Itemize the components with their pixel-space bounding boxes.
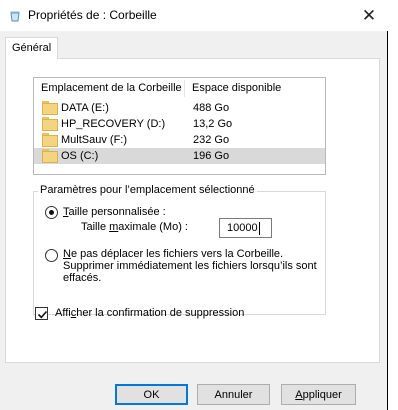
close-icon: ✕: [361, 5, 377, 25]
available-space: 196 Go: [193, 150, 230, 162]
cancel-button[interactable]: Annuler: [197, 384, 270, 405]
properties-window: Propriétés de : Corbeille ✕ Général Empl…: [0, 0, 388, 410]
list-item[interactable]: MultSauv (F:) 232 Go: [34, 132, 325, 148]
location-name: HP_RECOVERY (D:): [61, 118, 166, 130]
checkmark-icon: [37, 310, 48, 319]
folder-icon: [42, 101, 58, 115]
recycle-location-list[interactable]: Emplacement de la Corbeille Espace dispo…: [33, 77, 326, 175]
location-name: DATA (E:): [61, 102, 109, 114]
no-move-label-line2: Supprimer immédiatement les fichiers lor…: [63, 260, 317, 272]
folder-icon: [42, 133, 58, 147]
window-title: Propriétés de : Corbeille: [28, 8, 157, 22]
text-caret: [258, 221, 260, 235]
settings-group-legend: Paramètres pour l’emplacement sélectionn…: [38, 184, 257, 196]
list-item[interactable]: DATA (E:) 488 Go: [34, 100, 325, 116]
column-header-location[interactable]: Emplacement de la Corbeille: [34, 78, 184, 99]
no-move-label[interactable]: Ne pas déplacer les fichiers vers la Cor…: [63, 248, 283, 260]
available-space: 488 Go: [193, 102, 230, 114]
confirm-delete-label[interactable]: Afficher la confirmation de suppression: [55, 307, 244, 319]
no-move-label-line3: effacés.: [63, 272, 102, 284]
background-strip: [389, 0, 398, 410]
custom-size-radio[interactable]: [45, 206, 58, 219]
column-header-space[interactable]: Espace disponible: [185, 78, 325, 99]
tab-general[interactable]: Général: [5, 37, 59, 59]
close-button[interactable]: ✕: [352, 2, 386, 29]
list-item[interactable]: OS (C:) 196 Go: [34, 148, 325, 164]
apply-button[interactable]: Appliquer: [281, 384, 356, 405]
available-space: 13,2 Go: [193, 118, 233, 130]
recycle-bin-icon: [9, 10, 21, 22]
available-space: 232 Go: [193, 134, 230, 146]
location-name: OS (C:): [61, 150, 99, 162]
radio-selected-dot: [49, 210, 54, 215]
no-move-radio[interactable]: [45, 249, 58, 262]
ok-button[interactable]: OK: [115, 384, 188, 405]
confirm-delete-checkbox[interactable]: [35, 307, 48, 320]
list-header: Emplacement de la Corbeille Espace dispo…: [34, 78, 325, 99]
max-size-input[interactable]: 10000: [219, 218, 272, 238]
custom-size-label[interactable]: Taille personnalisée :: [63, 206, 166, 218]
title-bar: Propriétés de : Corbeille ✕: [0, 0, 388, 31]
max-size-label: Taille maximale (Mo) :: [81, 221, 188, 233]
folder-icon: [42, 149, 58, 163]
location-name: MultSauv (F:): [61, 134, 128, 146]
list-item[interactable]: HP_RECOVERY (D:) 13,2 Go: [34, 116, 325, 132]
folder-icon: [42, 117, 58, 131]
